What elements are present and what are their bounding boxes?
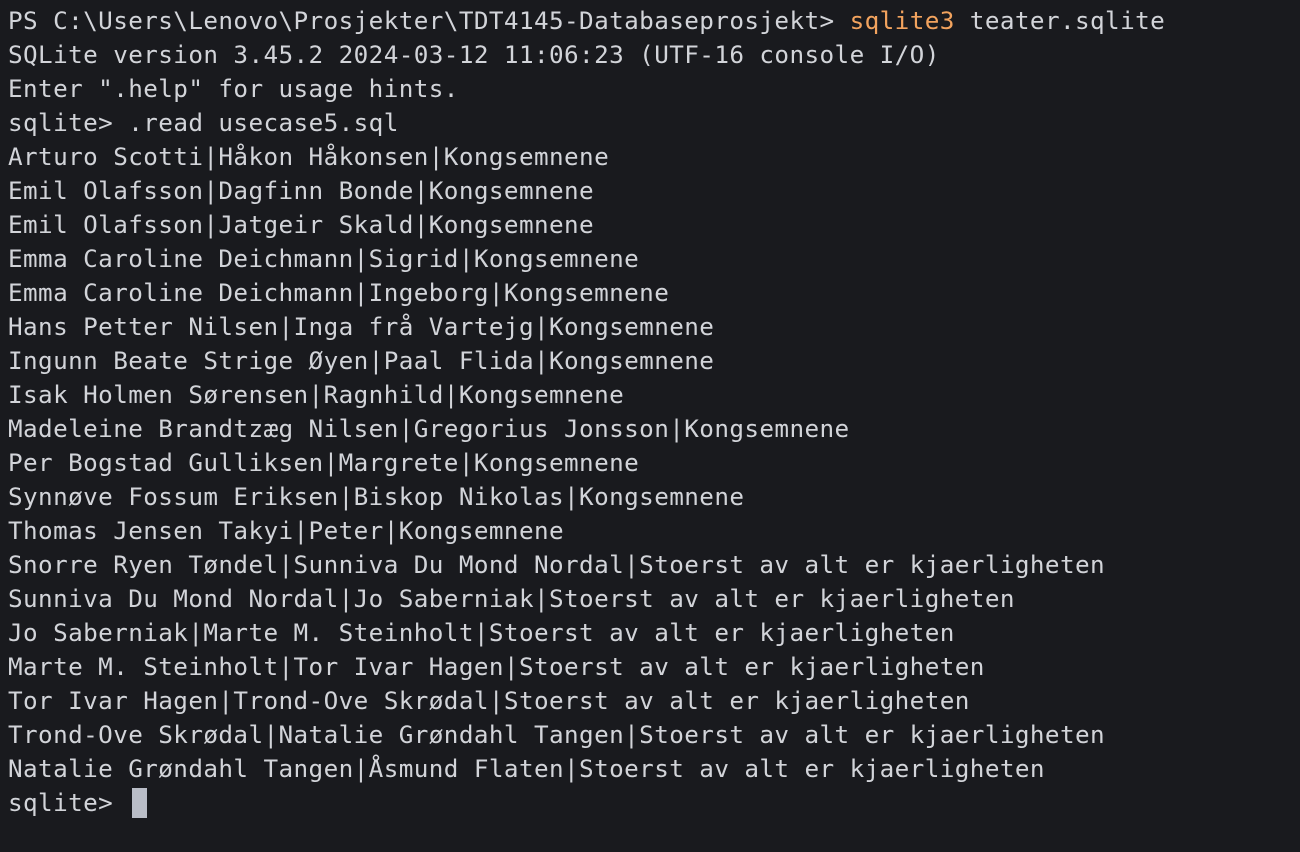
output-row: Emil Olafsson|Jatgeir Skald|Kongsemnene [8, 210, 595, 239]
terminal-output: PS C:\Users\Lenovo\Prosjekter\TDT4145-Da… [8, 4, 1165, 820]
output-row: Snorre Ryen Tøndel|Sunniva Du Mond Norda… [8, 550, 1106, 579]
sqlite-prompt: sqlite> [8, 108, 114, 137]
output-row: Tor Ivar Hagen|Trond-Ove Skrødal|Stoerst… [8, 686, 970, 715]
output-row: Thomas Jensen Takyi|Peter|Kongsemnene [8, 516, 565, 545]
output-row: Emma Caroline Deichmann|Ingeborg|Kongsem… [8, 278, 670, 307]
output-row: Ingunn Beate Strige Øyen|Paal Flida|Kong… [8, 346, 715, 375]
output-row: Marte M. Steinholt|Tor Ivar Hagen|Stoers… [8, 652, 985, 681]
text-cursor [132, 788, 148, 818]
output-row: Trond-Ove Skrødal|Natalie Grøndahl Tange… [8, 720, 1106, 749]
output-row: Jo Saberniak|Marte M. Steinholt|Stoerst … [8, 618, 955, 647]
sqlite3-command: sqlite3 [849, 6, 955, 35]
read-command: .read usecase5.sql [113, 108, 399, 137]
output-row: Per Bogstad Gulliksen|Margrete|Kongsemne… [8, 448, 640, 477]
sqlite3-argument: teater.sqlite [954, 6, 1166, 35]
shell-prompt: PS C:\Users\Lenovo\Prosjekter\TDT4145-Da… [8, 6, 850, 35]
output-row: Isak Holmen Sørensen|Ragnhild|Kongsemnen… [8, 380, 625, 409]
terminal-window[interactable]: PS C:\Users\Lenovo\Prosjekter\TDT4145-Da… [0, 0, 1300, 852]
hint-line: Enter ".help" for usage hints. [8, 74, 459, 103]
output-row: Arturo Scotti|Håkon Håkonsen|Kongsemnene [8, 142, 610, 171]
version-line: SQLite version 3.45.2 2024-03-12 11:06:2… [8, 40, 940, 69]
input-line[interactable]: sqlite> [8, 786, 1165, 820]
output-row: Emil Olafsson|Dagfinn Bonde|Kongsemnene [8, 176, 595, 205]
output-row: Emma Caroline Deichmann|Sigrid|Kongsemne… [8, 244, 640, 273]
output-row: Madeleine Brandtzæg Nilsen|Gregorius Jon… [8, 414, 850, 443]
input-prompt: sqlite> [8, 788, 129, 817]
output-row: Synnøve Fossum Eriksen|Biskop Nikolas|Ko… [8, 482, 745, 511]
shell-command-line: PS C:\Users\Lenovo\Prosjekter\TDT4145-Da… [8, 4, 1165, 38]
read-command-line: sqlite> .read usecase5.sql [8, 106, 1165, 140]
output-row: Hans Petter Nilsen|Inga frå Vartejg|Kong… [8, 312, 715, 341]
output-row: Sunniva Du Mond Nordal|Jo Saberniak|Stoe… [8, 584, 1015, 613]
output-row: Natalie Grøndahl Tangen|Åsmund Flaten|St… [8, 754, 1045, 783]
